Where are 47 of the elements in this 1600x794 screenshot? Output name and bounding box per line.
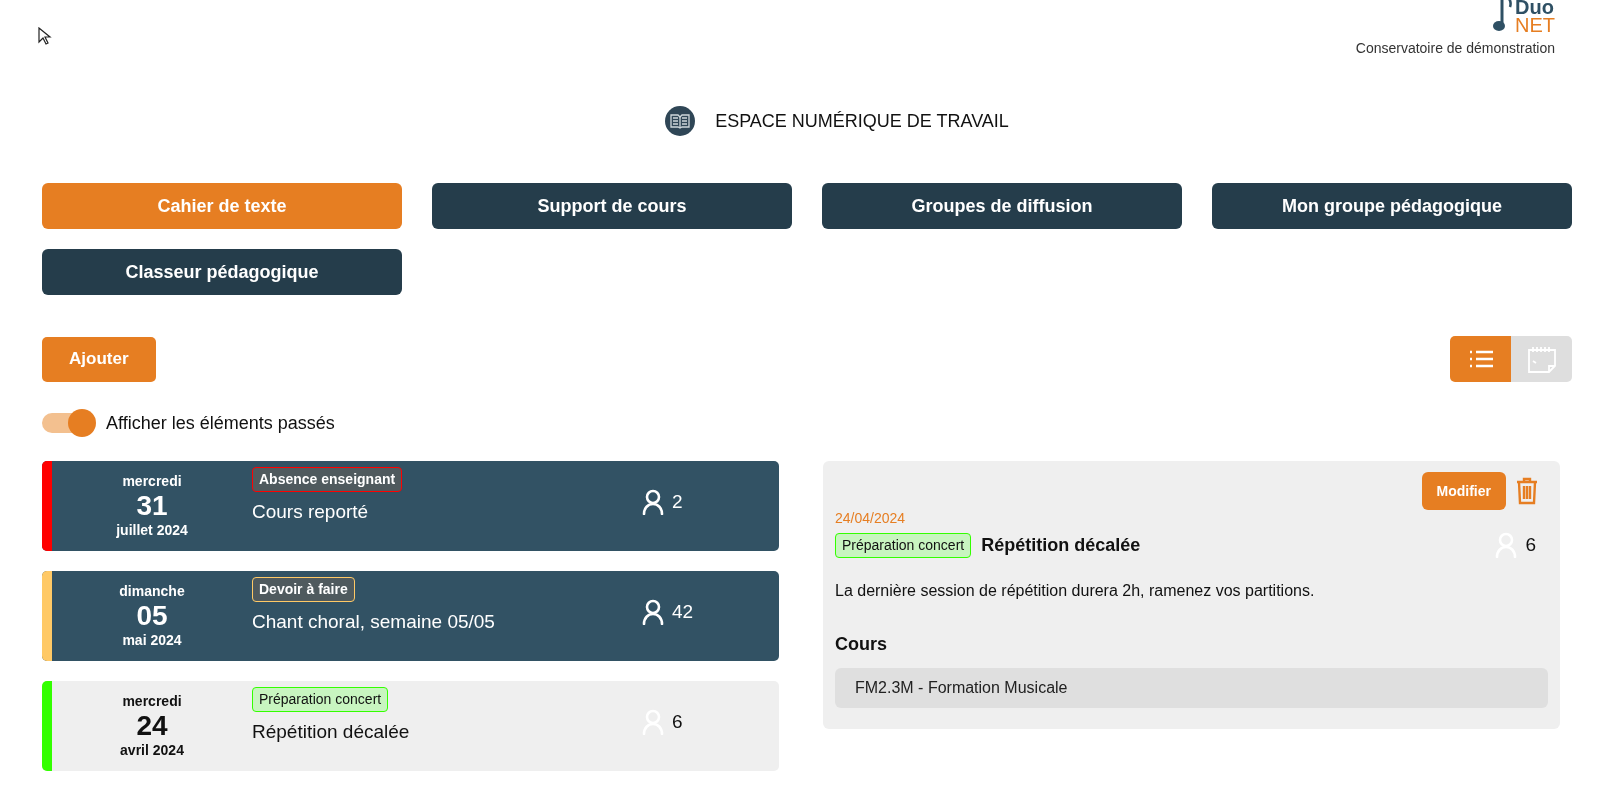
participant-count: 6: [1525, 533, 1536, 557]
detail-date: 24/04/2024: [835, 509, 907, 528]
tab[interactable]: Support de cours: [432, 183, 792, 229]
day-number: 31: [136, 490, 168, 522]
weekday: mercredi: [122, 692, 182, 710]
category-tag: Préparation concert: [835, 532, 972, 558]
calendar-icon: [1526, 345, 1557, 373]
event-card[interactable]: mercredi 31 juillet 2024 Absence enseignant Cours reporté 2: [42, 461, 779, 551]
event-title: Chant choral, semaine 05/05: [252, 610, 495, 634]
tab[interactable]: Classeur pédagogique: [42, 249, 402, 295]
school-name: Conservatoire de démonstration: [1355, 39, 1555, 58]
logo-text: Duo: [1515, 0, 1555, 16]
list-icon: [1468, 350, 1493, 368]
detail-description: La dernière session de répétition durera 2h, ramenez vos partitions.: [835, 580, 1316, 601]
section-heading: Cours: [835, 632, 888, 656]
toggle-switch[interactable]: [42, 409, 96, 437]
event-card[interactable]: mercredi 24 avril 2024 Préparation concert Répétition décalée 6: [42, 681, 779, 771]
category-tag: Absence enseignant: [252, 467, 403, 492]
list-view-button[interactable]: [1450, 336, 1511, 382]
event-card[interactable]: dimanche 05 mai 2024 Devoir à faire Chant choral, semaine 05/05 42: [42, 571, 779, 661]
participant-count: 42: [672, 599, 694, 624]
person-icon: [642, 599, 664, 625]
trash-icon[interactable]: [1516, 477, 1538, 505]
month-year: mai 2024: [122, 632, 182, 650]
tab[interactable]: Groupes de diffusion: [822, 183, 1182, 229]
day-number: 24: [136, 710, 168, 742]
category-tag: Préparation concert: [252, 687, 389, 712]
participant-count: 6: [672, 709, 683, 734]
toggle-label: Afficher les éléments passés: [106, 411, 335, 435]
detail-title: Répétition décalée: [981, 533, 1141, 557]
event-title: Répétition décalée: [252, 720, 410, 744]
cursor-icon: [38, 27, 52, 45]
event-title: Cours reporté: [252, 500, 369, 524]
music-note-icon: [1493, 0, 1513, 34]
book-icon: [665, 106, 696, 136]
weekday: dimanche: [119, 582, 185, 600]
logo-text: NET: [1515, 16, 1555, 34]
category-tag: Devoir à faire: [252, 577, 355, 602]
participant-count: 2: [672, 489, 683, 514]
person-icon: [642, 489, 664, 515]
month-year: avril 2024: [120, 742, 184, 760]
weekday: mercredi: [122, 472, 182, 490]
course-item: FM2.3M - Formation Musicale: [835, 667, 1548, 708]
tab[interactable]: Mon groupe pédagogique: [1212, 183, 1572, 229]
day-number: 05: [136, 600, 168, 632]
month-year: juillet 2024: [116, 522, 188, 540]
page-title: ESPACE NUMÉRIQUE DE TRAVAIL: [715, 109, 1009, 133]
